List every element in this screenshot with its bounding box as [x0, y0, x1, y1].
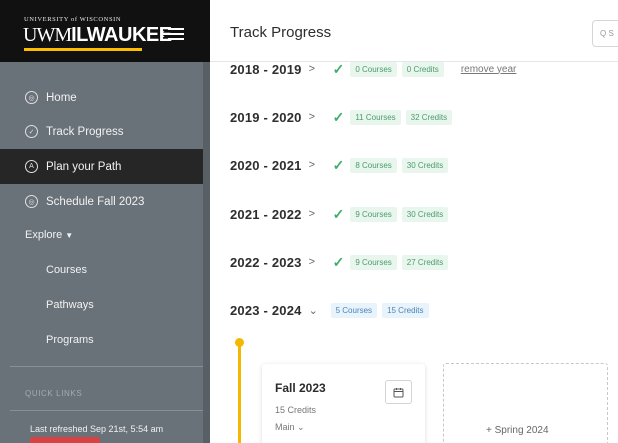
chevron-right-icon: >: [308, 63, 316, 75]
year-label: 2018 - 2019: [230, 61, 302, 77]
year-row[interactable]: 2021 - 2022 > ✓ 9 Courses 30 Credits: [230, 204, 453, 224]
nav-item-label: Schedule Fall 2023: [46, 195, 145, 208]
year-label: 2019 - 2020: [230, 109, 302, 125]
app-window: UNIVERSITY of WISCONSIN UWMILWAUKEE ‹ ◎ …: [0, 0, 618, 443]
courses-badge: 9 Courses: [350, 254, 397, 270]
courses-badge: 8 Courses: [350, 157, 397, 173]
last-refreshed-text: Last refreshed Sep 21st, 5:54 am: [30, 424, 164, 434]
credits-badge: 32 Credits: [405, 109, 453, 125]
nav-item-pathways[interactable]: Pathways: [46, 299, 94, 311]
courses-badge: 9 Courses: [350, 206, 397, 222]
hamburger-menu-icon: [168, 25, 184, 43]
term-card-fall-2023[interactable]: Fall 2023 15 Credits Main ⌄: [262, 364, 425, 443]
logo-underline: [24, 48, 142, 51]
credits-badge: 30 Credits: [401, 206, 449, 222]
check-icon: ✓: [332, 205, 345, 222]
uwm-logo[interactable]: UWMILWAUKEE: [23, 24, 172, 47]
logo-bar: UNIVERSITY of WISCONSIN UWMILWAUKEE ‹: [0, 0, 210, 62]
year-row[interactable]: 2023 - 2024 ⌄ 5 Courses 15 Credits: [230, 300, 434, 320]
page-header: Track Progress Q S: [210, 0, 618, 62]
chevron-right-icon: >: [308, 208, 316, 220]
check-icon: ✓: [332, 253, 345, 270]
term-plan-select[interactable]: Main ⌄: [275, 422, 305, 433]
timeline-line: [238, 346, 241, 443]
main-content: 2018 - 2019 > ✓ 0 Courses 0 Credits remo…: [210, 0, 618, 443]
chevron-left-icon: ‹: [160, 25, 165, 42]
sidebar-divider: [10, 366, 203, 367]
schedule-icon: ◎: [25, 195, 38, 208]
nav-item-track-progress[interactable]: ✓ Track Progress: [0, 114, 203, 149]
remove-year-link[interactable]: remove year: [461, 64, 517, 75]
check-icon: ✓: [332, 156, 345, 173]
add-term-label: + Spring 2024: [486, 425, 549, 436]
nav-item-label: Home: [46, 91, 77, 104]
nav-item-label: Plan your Path: [46, 160, 122, 173]
logo-university-text: UNIVERSITY of WISCONSIN: [24, 16, 122, 23]
credits-badge: 0 Credits: [401, 61, 444, 77]
quick-links-heading: QUICK LINKS: [25, 389, 83, 398]
chevron-down-icon: ⌄: [308, 304, 318, 317]
credits-badge: 27 Credits: [401, 254, 449, 270]
plan-icon: A: [25, 160, 38, 173]
home-icon: ◎: [25, 91, 38, 104]
credits-badge: 15 Credits: [382, 302, 429, 318]
year-label: 2020 - 2021: [230, 157, 302, 173]
nav-item-label: Track Progress: [46, 125, 124, 138]
nav-item-home[interactable]: ◎ Home: [0, 80, 203, 115]
nav-item-programs[interactable]: Programs: [46, 334, 94, 346]
search-input[interactable]: Q S: [592, 20, 618, 47]
year-label: 2021 - 2022: [230, 206, 302, 222]
year-row[interactable]: 2019 - 2020 > ✓ 11 Courses 32 Credits: [230, 107, 457, 127]
calendar-button[interactable]: [385, 380, 412, 404]
nav-item-schedule[interactable]: ◎ Schedule Fall 2023: [0, 184, 203, 219]
chevron-right-icon: >: [308, 256, 316, 268]
collapse-sidebar-button[interactable]: ‹: [160, 24, 192, 44]
credits-badge: 30 Credits: [401, 157, 449, 173]
chevron-right-icon: >: [308, 111, 316, 123]
search-placeholder: Q S: [600, 29, 614, 38]
caret-down-icon: ▼: [65, 231, 74, 240]
add-spring-2024-term[interactable]: + Spring 2024: [443, 363, 608, 443]
calendar-icon: [393, 387, 404, 397]
term-title: Fall 2023: [275, 381, 326, 395]
year-label: 2023 - 2024: [230, 302, 302, 318]
year-row[interactable]: 2018 - 2019 > ✓ 0 Courses 0 Credits remo…: [230, 59, 516, 79]
nav-item-plan-your-path[interactable]: A Plan your Path: [0, 149, 203, 184]
nav-explore-toggle[interactable]: Explore ▼: [25, 229, 73, 241]
sidebar-divider: [10, 410, 203, 411]
check-circle-icon: ✓: [25, 125, 38, 138]
check-icon: ✓: [332, 60, 345, 77]
courses-badge: 5 Courses: [330, 302, 378, 318]
nav-item-courses[interactable]: Courses: [46, 264, 87, 276]
sidebar-action-button[interactable]: [30, 437, 100, 443]
check-icon: ✓: [332, 108, 345, 125]
year-label: 2022 - 2023: [230, 254, 302, 270]
courses-badge: 0 Courses: [350, 61, 397, 77]
page-title: Track Progress: [230, 24, 332, 41]
chevron-right-icon: >: [308, 159, 316, 171]
sidebar: UNIVERSITY of WISCONSIN UWMILWAUKEE ‹ ◎ …: [0, 0, 210, 443]
year-row[interactable]: 2022 - 2023 > ✓ 9 Courses 27 Credits: [230, 252, 453, 272]
year-row[interactable]: 2020 - 2021 > ✓ 8 Courses 30 Credits: [230, 155, 453, 175]
sidebar-scrollbar[interactable]: [203, 62, 210, 443]
term-credits: 15 Credits: [275, 405, 317, 415]
courses-badge: 11 Courses: [350, 109, 401, 125]
